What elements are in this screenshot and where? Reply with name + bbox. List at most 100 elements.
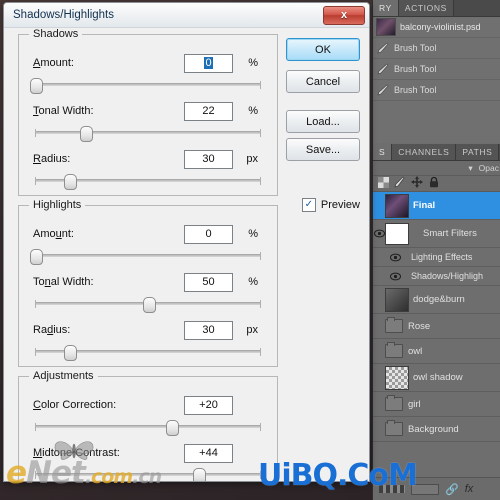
shadows-amount-slider[interactable] [30, 78, 261, 94]
highlights-tonal-width-slider[interactable] [35, 297, 261, 313]
highlights-tonal-width-unit: % [248, 276, 258, 288]
slider-track [35, 81, 261, 89]
highlights-radius-input[interactable]: 30 [184, 321, 233, 340]
paint-lock-icon[interactable] [394, 175, 406, 193]
layer-lock-toolbar [373, 175, 500, 193]
layer-thumbnail [385, 287, 409, 312]
dialog-titlebar[interactable]: Shadows/Highlights x [4, 3, 369, 28]
cancel-button[interactable]: Cancel [286, 70, 360, 93]
highlights-tonal-width-input[interactable]: 50 [184, 273, 233, 292]
highlights-amount-label: Amount: [33, 228, 74, 240]
mask-thumbnail [385, 222, 409, 245]
history-item[interactable]: Brush Tool [373, 80, 500, 101]
slider-knob[interactable] [143, 297, 156, 313]
slider-track [35, 252, 261, 260]
filter-row-shadows-highlights[interactable]: Shadows/Highligh [373, 267, 500, 286]
link-icon[interactable]: 🔗 [445, 483, 459, 496]
layer-thumbnail [385, 365, 409, 390]
shadows-radius-slider[interactable] [35, 174, 261, 190]
slider-track [35, 423, 261, 431]
right-panel-dock: RY ACTIONS balcony-violinist.psd Brush T… [372, 0, 500, 500]
highlights-amount-slider[interactable] [30, 249, 261, 265]
tab-paths[interactable]: PATHS [456, 144, 500, 160]
tab-actions[interactable]: ACTIONS [398, 0, 454, 16]
layer-row-dodgeburn[interactable]: dodge&burn [373, 286, 500, 314]
tab-history[interactable]: RY [373, 0, 399, 16]
slider-track [35, 129, 261, 137]
chevron-down-icon[interactable]: ▾ [468, 163, 472, 174]
brush-icon [376, 41, 390, 55]
shadows-amount-input[interactable]: 0 [184, 54, 233, 73]
folder-icon [385, 317, 403, 333]
highlights-amount-input[interactable]: 0 [184, 225, 233, 244]
layer-row-smart-filters[interactable]: Smart Filters [373, 220, 500, 248]
shadows-highlights-dialog: Shadows/Highlights x Shadows Amount: 0 %… [3, 2, 370, 482]
layer-name: Background [408, 423, 459, 435]
preview-row[interactable]: ✓ Preview [301, 198, 360, 212]
layer-row-background[interactable]: Background [373, 417, 500, 442]
highlights-group: Highlights Amount: 0 % Tonal Width: 50 % [18, 199, 278, 367]
layer-row-owl[interactable]: owl [373, 339, 500, 364]
tab-channels[interactable]: CHANNELS [392, 144, 457, 160]
highlights-radius-slider[interactable] [35, 345, 261, 361]
shadows-amount-label: Amount: [33, 57, 74, 69]
eye-icon[interactable] [389, 272, 401, 281]
color-correction-label: Color Correction: [33, 399, 117, 411]
highlights-group-title: Highlights [29, 199, 86, 211]
history-item[interactable]: Brush Tool [373, 59, 500, 80]
layer-name: girl [408, 398, 421, 410]
transparency-lock-icon[interactable] [378, 175, 389, 193]
enet-watermark: eNet.com.cn [6, 455, 162, 491]
slider-knob[interactable] [79, 126, 93, 142]
eye-icon[interactable] [373, 229, 385, 238]
layer-name: Smart Filters [423, 228, 477, 239]
shadows-tonal-width-input[interactable]: 22 [184, 102, 233, 121]
dialog-body: Shadows Amount: 0 % Tonal Width: 22 % Ra… [4, 28, 369, 481]
move-lock-icon[interactable] [411, 175, 423, 193]
load-button[interactable]: Load... [286, 110, 360, 133]
slider-knob[interactable] [63, 174, 77, 190]
brush-icon [376, 83, 390, 97]
enet-watermark-cn: cn [138, 466, 162, 488]
close-icon[interactable]: x [323, 5, 365, 25]
filter-row-lighting-effects[interactable]: Lighting Effects [373, 248, 500, 267]
layer-row-final[interactable]: Final [373, 192, 500, 220]
preview-checkbox[interactable]: ✓ [301, 198, 316, 212]
uibq-watermark: UiBQ.CoM [258, 458, 418, 493]
slider-knob[interactable] [63, 345, 77, 361]
layer-row-girl[interactable]: girl [373, 392, 500, 417]
layer-name: Final [413, 200, 436, 211]
tab-layers[interactable]: S [373, 144, 393, 160]
color-correction-slider[interactable] [35, 420, 261, 436]
history-item-label: Brush Tool [394, 43, 437, 53]
folder-icon [385, 395, 403, 411]
slider-knob[interactable] [30, 78, 43, 94]
slider-knob[interactable] [30, 249, 43, 265]
shadows-tonal-width-label: Tonal Width: [33, 105, 94, 117]
save-button[interactable]: Save... [286, 138, 360, 161]
layer-name: dodge&burn [413, 294, 465, 305]
adjustments-group-title: Adjustments [29, 370, 98, 382]
ok-button[interactable]: OK [286, 38, 360, 61]
color-correction-input[interactable]: +20 [184, 396, 233, 415]
filter-name: Lighting Effects [411, 252, 473, 262]
enet-watermark-e: e [6, 455, 27, 491]
history-item[interactable]: balcony-violinist.psd [373, 17, 500, 38]
layer-name: Rose [408, 320, 431, 332]
shadows-radius-input[interactable]: 30 [184, 150, 233, 169]
shadows-radius-label: Radius: [33, 153, 71, 165]
preview-label: Preview [320, 199, 360, 211]
eye-icon[interactable] [389, 253, 401, 262]
history-item-label: Brush Tool [394, 85, 437, 95]
slider-knob[interactable] [165, 420, 179, 436]
history-item[interactable]: Brush Tool [373, 38, 500, 59]
highlights-radius-unit: px [246, 324, 258, 336]
all-lock-icon[interactable] [428, 175, 440, 193]
layer-row-rose[interactable]: Rose [373, 314, 500, 339]
slider-knob[interactable] [192, 468, 206, 481]
opacity-label: Opac [478, 163, 499, 173]
fx-icon[interactable]: fx [465, 483, 474, 495]
midtone-contrast-input[interactable]: +44 [184, 444, 233, 463]
shadows-tonal-width-slider[interactable] [35, 126, 261, 142]
layer-row-owl-shadow[interactable]: owl shadow [373, 364, 500, 392]
